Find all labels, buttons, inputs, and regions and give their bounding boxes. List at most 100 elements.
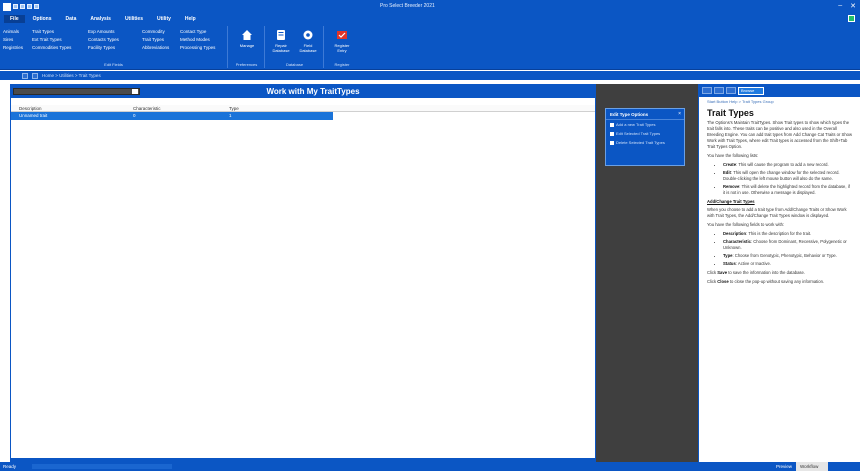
field-database-label: Field Database	[299, 43, 317, 53]
ribbon-item-commodities-types[interactable]: Commodities Types	[32, 45, 71, 50]
register-entry-label: Register Entry	[334, 43, 350, 53]
ribbon-item-sires[interactable]: Sires	[3, 37, 23, 42]
tab-file[interactable]: File	[4, 14, 25, 23]
panel-header: Work with My TraitTypes	[11, 85, 595, 98]
close-button[interactable]: ✕	[850, 2, 856, 10]
tab-data[interactable]: Data	[60, 15, 83, 23]
window-title: Pro Select Breeder 2021	[380, 3, 435, 9]
page-title: Work with My TraitTypes	[266, 87, 360, 96]
edit-trait-type-button[interactable]: Edit Selected Trait Types	[606, 129, 684, 138]
ribbon: Animals Sires Registries Trait Types Ext…	[0, 24, 860, 70]
house-icon	[242, 30, 252, 40]
edit-icon	[610, 132, 614, 136]
ribbon-item-processing-types[interactable]: Processing Types	[180, 45, 215, 50]
status-text: Ready	[3, 464, 17, 469]
help-status-icon[interactable]	[848, 15, 855, 22]
help-selector[interactable]: Browse	[738, 86, 764, 95]
tab-analysis[interactable]: Analysis	[84, 15, 117, 23]
field-database-button[interactable]: Field Database	[296, 29, 320, 53]
list-item: Create: This will cause the program to a…	[723, 162, 853, 168]
delete-icon	[610, 141, 614, 145]
list-item: Edit: This will open the change window f…	[723, 170, 853, 182]
help-subheading: Add/Change Trait Types	[707, 199, 755, 204]
help-fields-intro: You have the following fields to work wi…	[707, 222, 785, 227]
status-progress	[32, 464, 172, 469]
ribbon-group-caption: Preferences	[235, 62, 258, 67]
tab-options[interactable]: Options	[27, 15, 58, 23]
delete-trait-type-button[interactable]: Delete Selected Trait Types	[606, 138, 684, 147]
ribbon-item-commodity[interactable]: Commodity	[142, 29, 169, 34]
list-item: Type: Choose from Genotypic, Phenotypic,…	[723, 253, 853, 259]
gear-icon	[303, 30, 313, 40]
ribbon-item-animals[interactable]: Animals	[3, 29, 23, 34]
help-toolbar: Browse	[699, 84, 860, 97]
manage-button[interactable]: Manage	[235, 29, 259, 48]
column-header-description[interactable]: Description	[19, 106, 42, 111]
help-home-button[interactable]	[726, 87, 736, 94]
ribbon-group-caption: Edit Fields	[104, 62, 123, 67]
tab-utility[interactable]: Utility	[151, 15, 177, 23]
tab-workflow[interactable]: Workflow	[796, 462, 828, 471]
undo-icon[interactable]	[20, 4, 25, 9]
ribbon-item-trait-types[interactable]: Trait Types	[32, 29, 71, 34]
ribbon-group-database: Repair Database Field Database Database	[266, 26, 324, 68]
ribbon-item-registries[interactable]: Registries	[3, 45, 23, 50]
options-sidebar: Edit Type Options × Add a new Trait Type…	[596, 84, 698, 462]
tab-preview[interactable]: Preview	[772, 462, 796, 471]
ribbon-item-abbreviations[interactable]: Abbreviations	[142, 45, 169, 50]
back-button[interactable]	[22, 72, 28, 79]
redo-icon[interactable]	[27, 4, 32, 9]
breadcrumb: Home > Utilities > Trait Types	[42, 73, 101, 78]
window-controls: – ✕	[838, 2, 856, 10]
cell-description: Unnamed trait	[19, 113, 48, 118]
tab-utilities[interactable]: Utilities	[119, 15, 149, 23]
repair-database-label: Repair Database	[272, 43, 290, 53]
ribbon-group-caption: Register	[334, 62, 350, 67]
list-item: Remove: This will delete the highlighted…	[723, 184, 853, 196]
help-sub-intro: When you choose to add a trait type from…	[707, 207, 847, 218]
list-item: Characteristic: Choose from Dominant, Re…	[723, 239, 853, 251]
tab-help[interactable]: Help	[179, 15, 202, 23]
table-row[interactable]: Unnamed trait 0 1	[11, 112, 333, 120]
column-header-characteristic[interactable]: Characteristic	[133, 106, 161, 111]
ribbon-item-ext-trait-types[interactable]: Ext Trait Types	[32, 37, 71, 42]
help-title: Trait Types	[707, 108, 754, 118]
repair-database-button[interactable]: Repair Database	[269, 29, 293, 53]
close-icon[interactable]: ×	[678, 111, 681, 117]
ribbon-group-preferences: Manage Preferences	[229, 26, 265, 68]
help-back-button[interactable]	[702, 87, 712, 94]
register-icon	[337, 31, 347, 39]
minimize-button[interactable]: –	[838, 2, 842, 10]
edit-options-box: Edit Type Options × Add a new Trait Type…	[605, 108, 685, 166]
column-header-type[interactable]: Type	[229, 106, 239, 111]
help-content: Start Button Help > Trait Types Group Tr…	[699, 97, 860, 462]
help-save-note: Click Save to save the information into …	[707, 270, 806, 275]
ribbon-item-facility-types[interactable]: Facility Types	[88, 45, 119, 50]
list-item: Status: Active or Inactive.	[723, 261, 853, 267]
status-bar: Ready Preview Workflow	[0, 462, 860, 471]
main-panel: Work with My TraitTypes Description Char…	[10, 84, 596, 462]
help-button-list: Create: This will cause the program to a…	[723, 162, 853, 196]
table-header: Description Characteristic Type	[11, 105, 595, 112]
save-icon[interactable]	[13, 4, 18, 9]
manage-label: Manage	[239, 43, 255, 48]
help-buttons-intro: You have the following lists:	[707, 153, 759, 158]
list-item: Description: This is the description for…	[723, 231, 853, 237]
ribbon-item-method-modes[interactable]: Method Modes	[180, 37, 215, 42]
register-entry-button[interactable]: Register Entry	[330, 29, 354, 53]
ribbon-item-contact-type[interactable]: Contact Type	[180, 29, 215, 34]
help-breadcrumb[interactable]: Start Button Help > Trait Types Group	[707, 99, 853, 105]
print-icon[interactable]	[34, 4, 39, 9]
add-trait-type-button[interactable]: Add a new Trait Types	[606, 120, 684, 129]
app-icon	[3, 2, 11, 11]
panel-footer	[11, 458, 595, 461]
help-panel: Browse Start Button Help > Trait Types G…	[698, 84, 860, 462]
ribbon-item-trait-types-2[interactable]: Trait Types	[142, 37, 169, 42]
forward-button[interactable]	[32, 72, 38, 79]
delete-trait-type-label: Delete Selected Trait Types	[616, 140, 665, 145]
help-forward-button[interactable]	[714, 87, 724, 94]
ribbon-item-exp-amounts[interactable]: Exp Amounts	[88, 29, 119, 34]
quick-access-toolbar	[3, 2, 39, 11]
ribbon-item-contacts-types[interactable]: Contacts Types	[88, 37, 119, 42]
navigation-bar: Home > Utilities > Trait Types	[0, 71, 860, 80]
